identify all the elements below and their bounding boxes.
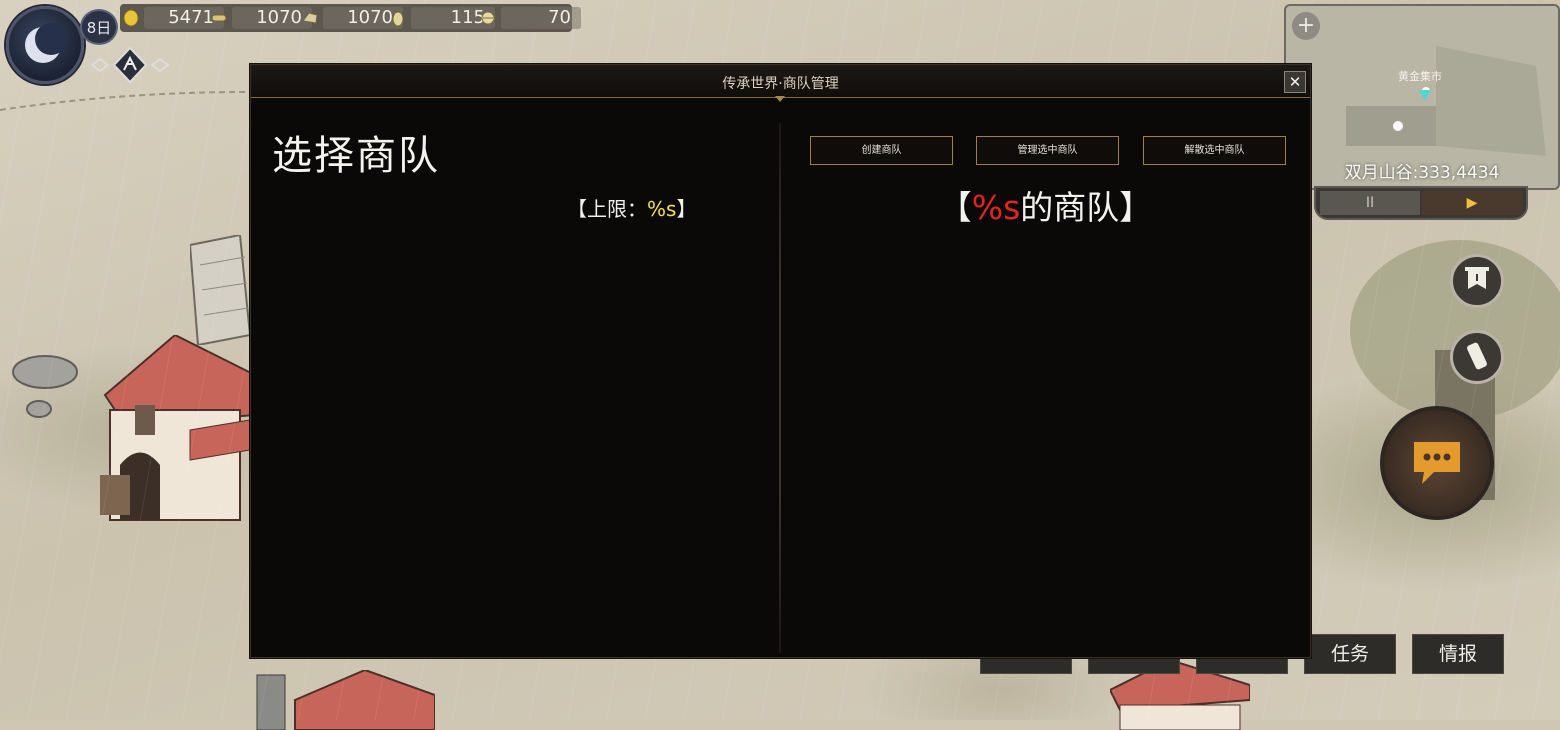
minimap[interactable]: + 黄金集市 双月山谷:333,4434 [1284, 4, 1560, 190]
manage-selected-caravan-button[interactable]: 管理选中商队 [976, 136, 1119, 165]
resource-wood: 1070 [210, 4, 312, 32]
resource-cloth: 70 [479, 4, 581, 32]
minimap-coordinates: 双月山谷:333,4434 [1344, 163, 1500, 183]
game-speed-bar: II ▶ [1314, 186, 1528, 220]
select-caravan-title: 选择商队 [272, 133, 440, 179]
resource-stone: 1070 [301, 4, 403, 32]
limit-prefix: 【上限： [567, 197, 647, 221]
play-button[interactable]: ▶ [1422, 191, 1522, 215]
dialog-header: 传承世界·商队管理 ✕ [251, 65, 1310, 102]
minimap-zoom-button[interactable]: + [1292, 12, 1320, 40]
scroll-icon [1467, 342, 1487, 370]
banner-icon [1465, 267, 1489, 289]
cloth-icon [481, 11, 495, 25]
tab-quest[interactable]: 任务 [1304, 634, 1396, 674]
caravan-title-rest: 的商队】 [1020, 188, 1153, 227]
header-notch-ornament [775, 96, 785, 102]
tab-intel[interactable]: 情报 [1412, 634, 1504, 674]
chat-icon [1414, 442, 1460, 484]
disband-selected-caravan-button[interactable]: 解散选中商队 [1143, 136, 1286, 165]
day-counter: 8日 [80, 9, 118, 45]
minimap-place-label: 黄金集市 [1398, 70, 1442, 83]
caravan-owner-title: 【%s的商队】 [781, 181, 1310, 229]
moon-icon [25, 23, 67, 63]
player-marker-icon [1419, 90, 1431, 101]
wood-value: 1070 [232, 7, 312, 29]
season-ornament[interactable] [90, 46, 174, 84]
wood-icon [211, 14, 227, 22]
grain-icon [392, 11, 404, 27]
resource-coin: 5471 [122, 4, 224, 32]
limit-suffix: 】 [676, 197, 697, 221]
caravan-title-open: 【 [938, 188, 972, 227]
cloth-value: 70 [501, 7, 581, 29]
banner-button[interactable] [1450, 254, 1504, 308]
stone-icon [302, 12, 318, 24]
caravan-limit-text: 【上限：%s】 [567, 193, 696, 222]
day-night-indicator[interactable] [6, 6, 84, 84]
pause-button[interactable]: II [1320, 191, 1420, 215]
close-button[interactable]: ✕ [1284, 71, 1306, 93]
caravan-owner-placeholder: %s [971, 188, 1021, 227]
caravan-management-dialog: 传承世界·商队管理 ✕ 选择商队 【上限：%s】 创建商队 管理选中商队 解散选… [250, 64, 1311, 658]
dialog-title: 传承世界·商队管理 [722, 76, 839, 92]
create-caravan-button[interactable]: 创建商队 [810, 136, 953, 165]
scroll-button[interactable] [1450, 330, 1504, 384]
chat-button[interactable] [1380, 406, 1494, 520]
coin-icon [123, 9, 139, 27]
limit-value: %s [647, 197, 677, 221]
